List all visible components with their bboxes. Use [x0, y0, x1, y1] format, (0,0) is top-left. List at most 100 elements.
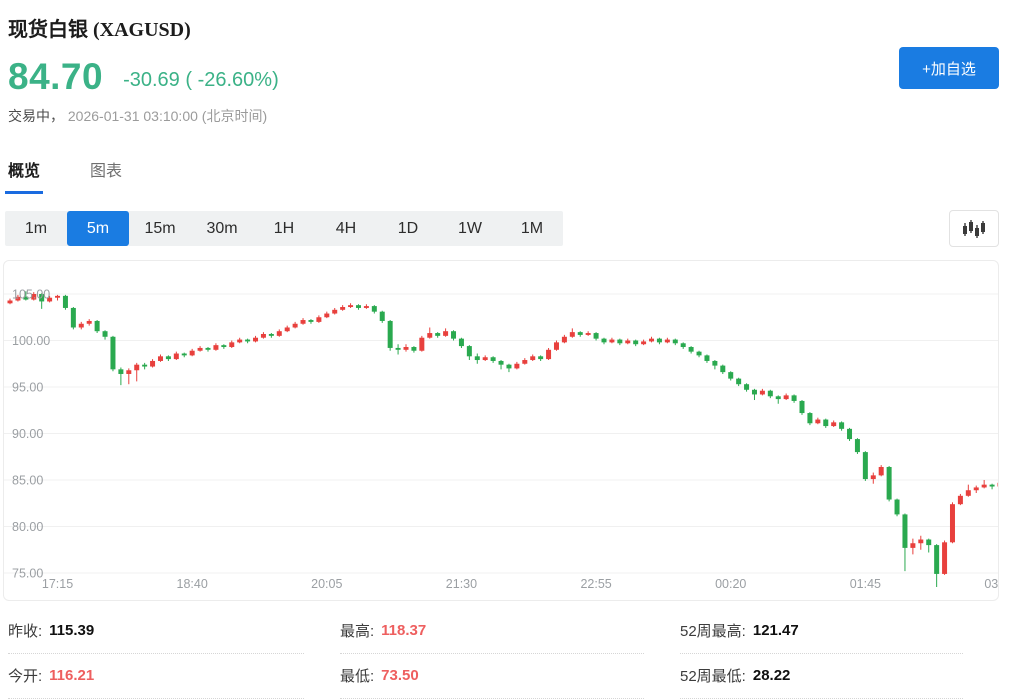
- candle-body: [546, 350, 551, 359]
- stat-value: 73.50: [381, 667, 419, 684]
- candle-body: [752, 390, 757, 395]
- last-price: 84.70: [8, 58, 103, 95]
- candle-body: [396, 348, 401, 350]
- add-watchlist-button[interactable]: +加自选: [899, 47, 999, 89]
- candle-body: [982, 485, 987, 488]
- stat-label: 最高:: [340, 620, 374, 641]
- timeframe-1d[interactable]: 1D: [377, 211, 439, 246]
- candle-body: [530, 356, 535, 360]
- timeframe-4h[interactable]: 4H: [315, 211, 377, 246]
- timeframe-bar: 1m5m15m30m1H4H1D1W1M: [5, 211, 563, 246]
- quote-timestamp: 2026-01-31 03:10:00 (北京时间): [68, 108, 267, 124]
- view-tabs: 概览 图表: [8, 157, 1013, 194]
- stat-value: 115.39: [49, 622, 94, 639]
- candle-body: [190, 351, 195, 356]
- candle-body: [229, 342, 234, 347]
- candle-body: [253, 338, 258, 342]
- timeframe-1w[interactable]: 1W: [439, 211, 501, 246]
- candle-body: [63, 296, 68, 308]
- candle-body: [720, 366, 725, 373]
- stat-item: 最低:73.50: [340, 654, 644, 699]
- candle-body: [649, 339, 654, 342]
- candle-body: [712, 361, 717, 366]
- x-axis-label: 18:40: [177, 577, 208, 591]
- candle-body: [213, 345, 218, 350]
- candle-body: [206, 348, 211, 350]
- timeframe-15m[interactable]: 15m: [129, 211, 191, 246]
- candle-body: [625, 341, 630, 344]
- candle-body: [467, 346, 472, 356]
- candle-body: [491, 357, 496, 361]
- candle-body: [942, 542, 947, 574]
- price-row: 84.70 -30.69 ( -26.60%): [8, 58, 999, 95]
- candle-body: [198, 348, 203, 351]
- candle-body: [728, 372, 733, 379]
- candle-body: [87, 321, 92, 324]
- candle-body: [435, 333, 440, 336]
- candle-body: [316, 317, 321, 322]
- x-axis-label: 21:30: [446, 577, 477, 591]
- candle-body: [277, 331, 282, 336]
- timeframe-1m[interactable]: 1M: [501, 211, 563, 246]
- candle-body: [506, 365, 511, 369]
- candle-body: [150, 361, 155, 367]
- candle-body: [427, 333, 432, 338]
- candle-body: [419, 338, 424, 351]
- candle-body: [902, 514, 907, 547]
- stat-label: 52周最低:: [680, 665, 746, 686]
- candle-body: [570, 332, 575, 337]
- candle-body: [475, 356, 480, 360]
- candle-body: [918, 540, 923, 544]
- tab-chart[interactable]: 图表: [90, 157, 122, 194]
- timeframe-5m[interactable]: 5m: [67, 211, 129, 246]
- quote-page: { "colors": { "price_green": "#3bb287", …: [0, 0, 1013, 672]
- tab-overview[interactable]: 概览: [8, 157, 40, 194]
- timeframe-30m[interactable]: 30m: [191, 211, 253, 246]
- candle-body: [681, 343, 686, 347]
- candle-body: [483, 357, 488, 360]
- candle-body: [340, 307, 345, 310]
- quote-header: 现货白银 (XAGUSD) 84.70 -30.69 ( -26.60%) 交易…: [0, 0, 1013, 126]
- candle-body: [562, 337, 567, 343]
- y-axis-label: 90.00: [12, 427, 43, 441]
- candle-body: [887, 467, 892, 500]
- timeframe-1h[interactable]: 1H: [253, 211, 315, 246]
- candle-body: [578, 332, 583, 335]
- trading-status-row: 交易中， 2026-01-31 03:10:00 (北京时间): [8, 106, 999, 126]
- candle-body: [586, 333, 591, 335]
- candle-body: [895, 500, 900, 515]
- candle-body: [451, 331, 456, 338]
- candle-body: [990, 485, 995, 487]
- candle-body: [103, 331, 108, 337]
- candle-body: [237, 340, 242, 343]
- candle-body: [388, 321, 393, 348]
- candle-body: [800, 401, 805, 413]
- candle-body: [364, 306, 369, 308]
- stat-label: 今开:: [8, 665, 42, 686]
- toolbar-row: 1m5m15m30m1H4H1D1W1M: [5, 210, 999, 247]
- candle-body: [689, 347, 694, 352]
- chart-type-button[interactable]: [949, 210, 999, 247]
- timeframe-1m[interactable]: 1m: [5, 211, 67, 246]
- candle-body: [998, 483, 999, 487]
- candle-body: [158, 356, 163, 361]
- candle-body: [617, 340, 622, 344]
- candle-body: [182, 354, 187, 356]
- stat-item: 52周最高:121.47: [680, 609, 963, 654]
- candle-body: [372, 306, 377, 312]
- candle-body: [293, 324, 298, 328]
- candle-body: [657, 339, 662, 343]
- stat-item: 最高:118.37: [340, 609, 644, 654]
- trading-status: 交易中，: [8, 108, 64, 124]
- candle-body: [744, 384, 749, 390]
- candlestick-chart[interactable]: 105.00100.0095.0090.0085.0080.0075.0017:…: [4, 261, 998, 600]
- candle-body: [269, 334, 274, 336]
- candle-body: [380, 312, 385, 321]
- candle-body: [245, 340, 250, 342]
- candle-body: [538, 356, 543, 359]
- candle-body: [459, 339, 464, 346]
- candle-body: [704, 355, 709, 361]
- x-axis-label: 22:55: [580, 577, 611, 591]
- candle-body: [142, 365, 147, 367]
- stat-value: 28.22: [753, 667, 791, 684]
